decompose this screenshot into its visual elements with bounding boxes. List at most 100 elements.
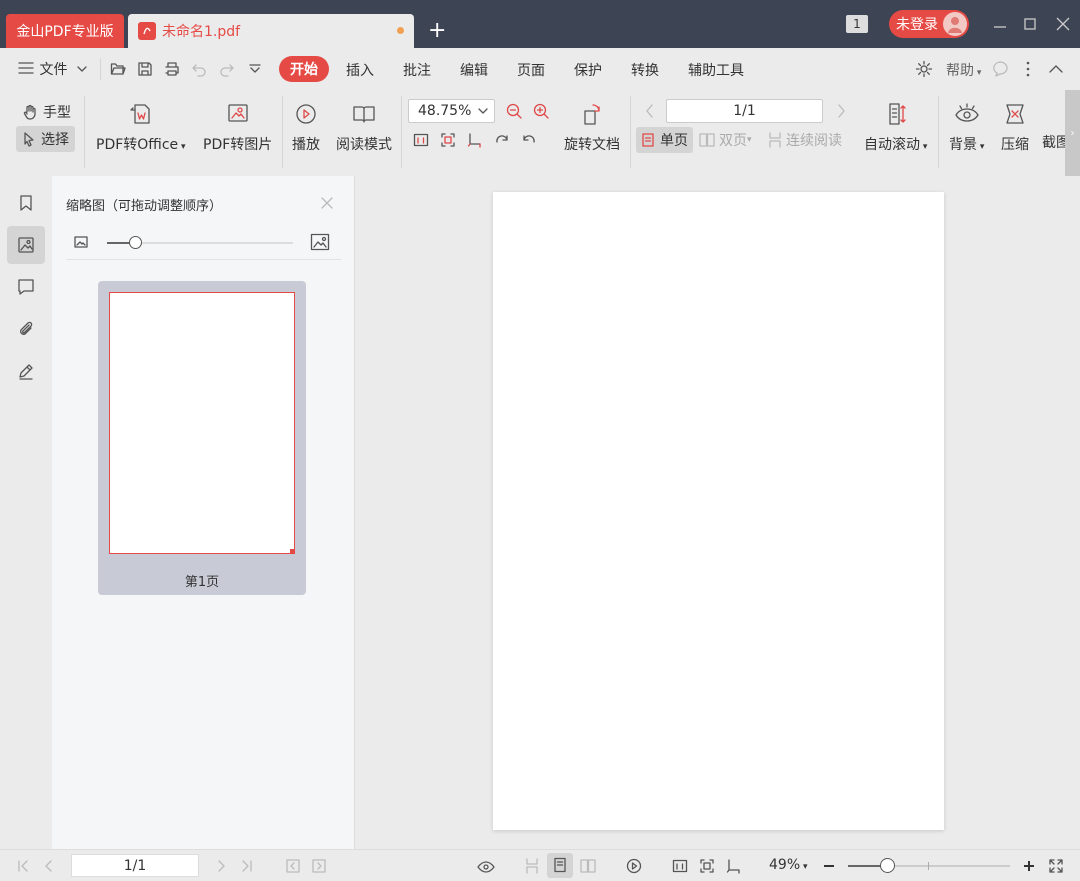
comments-button[interactable] <box>7 268 45 306</box>
maximize-icon[interactable] <box>1020 14 1040 34</box>
toolbar-scroll-right-button[interactable]: › <box>1065 90 1080 176</box>
zoom-percent: 49% <box>769 857 801 873</box>
tab-page[interactable]: 页面 <box>517 60 545 80</box>
read-mode-button[interactable]: 阅读模式 <box>336 102 392 154</box>
tab-start[interactable]: 开始 <box>279 56 329 82</box>
quick-access-dropdown-icon[interactable] <box>248 62 262 76</box>
zoom-in-icon[interactable] <box>1023 860 1035 872</box>
fit-width-icon[interactable] <box>726 858 742 874</box>
resize-corner-icon <box>290 549 295 554</box>
zoom-slider[interactable] <box>848 858 1010 873</box>
window-count-badge[interactable]: 1 <box>846 15 868 33</box>
continuous-read-button[interactable]: 连续阅读 <box>768 130 842 150</box>
login-button[interactable]: 未登录 <box>889 10 969 38</box>
previous-page-icon[interactable] <box>42 859 56 873</box>
fit-width-icon[interactable] <box>467 132 483 148</box>
compress-icon <box>1006 104 1024 124</box>
settings-gear-icon[interactable] <box>915 60 933 78</box>
small-thumbnail-icon[interactable] <box>73 234 89 250</box>
undo-icon[interactable] <box>191 61 207 77</box>
thumbnail-panel: 缩略图（可拖动调整顺序） 第1页 <box>52 176 355 849</box>
page-thumbnail[interactable]: 第1页 <box>98 281 306 595</box>
tab-insert[interactable]: 插入 <box>346 60 374 80</box>
feedback-chat-icon[interactable] <box>991 60 1009 78</box>
divider <box>84 96 85 168</box>
single-page-button[interactable]: 单页 <box>636 127 693 153</box>
double-page-view-icon[interactable] <box>580 858 596 874</box>
attachments-button[interactable] <box>7 310 45 348</box>
zoom-in-icon[interactable] <box>532 102 550 120</box>
file-menu-button[interactable]: 文件 <box>17 59 88 79</box>
redo-icon[interactable] <box>219 61 235 77</box>
tab-document[interactable]: 未命名1.pdf <box>128 14 414 48</box>
double-page-icon <box>699 133 715 147</box>
hand-tool-button[interactable]: 手型 <box>22 102 71 122</box>
zoom-select[interactable]: 48.75% <box>408 99 495 123</box>
pdf-to-office-button[interactable]: PDF转Office ▾ <box>96 102 186 154</box>
divider <box>630 96 631 168</box>
eye-protection-icon[interactable] <box>477 858 495 874</box>
select-tool-button[interactable]: 选择 <box>16 126 75 152</box>
fit-page-icon[interactable] <box>699 858 715 874</box>
actual-size-icon[interactable] <box>672 858 688 874</box>
auto-scroll-button[interactable]: 自动滚动 ▾ <box>864 102 927 154</box>
open-folder-icon[interactable] <box>110 61 126 77</box>
bookmark-button[interactable] <box>7 184 45 222</box>
close-panel-icon[interactable] <box>320 196 334 210</box>
fullscreen-icon[interactable] <box>1048 858 1064 874</box>
thumbnail-button[interactable] <box>7 226 45 264</box>
zoom-out-icon[interactable] <box>505 102 523 120</box>
close-icon[interactable] <box>1053 14 1073 34</box>
next-page-icon[interactable] <box>214 859 228 873</box>
tab-start-label: 开始 <box>290 62 318 78</box>
save-icon[interactable] <box>137 61 153 77</box>
pdf-page[interactable] <box>493 192 944 830</box>
large-thumbnail-icon[interactable] <box>310 232 330 252</box>
thumbnail-size-slider[interactable] <box>107 236 293 249</box>
fit-page-icon[interactable] <box>440 132 456 148</box>
compress-button[interactable]: 压缩 <box>1001 102 1029 154</box>
rotate-document-button[interactable]: 旋转文档 <box>564 102 620 154</box>
single-page-view-button[interactable] <box>547 853 573 878</box>
collapse-ribbon-icon[interactable] <box>1047 60 1065 78</box>
tab-app-home[interactable]: 金山PDF专业版 <box>6 14 124 48</box>
screenshot-button[interactable]: 截图 <box>1042 132 1067 152</box>
background-button[interactable]: 背景 ▾ <box>949 102 984 154</box>
previous-page-icon[interactable] <box>644 103 656 119</box>
actual-size-icon[interactable] <box>413 132 429 148</box>
print-icon[interactable] <box>164 61 180 77</box>
double-page-button[interactable]: 双页 ▾ <box>699 130 752 150</box>
tab-document-label: 未命名1.pdf <box>162 24 241 40</box>
play-button[interactable]: 播放 <box>292 102 320 154</box>
minimize-icon[interactable] <box>990 14 1010 34</box>
play-slideshow-icon[interactable] <box>626 858 642 874</box>
single-page-icon <box>642 133 654 147</box>
document-view[interactable] <box>355 176 1080 849</box>
rotate-left-icon[interactable] <box>521 132 537 148</box>
tab-edit[interactable]: 编辑 <box>460 60 488 80</box>
slider-handle[interactable] <box>128 236 142 249</box>
signature-button[interactable] <box>7 352 45 390</box>
go-forward-icon[interactable] <box>311 858 327 874</box>
last-page-icon[interactable] <box>240 859 254 873</box>
tab-tools[interactable]: 辅助工具 <box>688 60 744 80</box>
rotate-right-icon[interactable] <box>494 132 510 148</box>
pdf-to-image-button[interactable]: PDF转图片 <box>203 102 272 154</box>
tab-protect[interactable]: 保护 <box>574 60 602 80</box>
zoom-out-icon[interactable] <box>823 860 835 872</box>
first-page-icon[interactable] <box>16 859 30 873</box>
next-page-icon[interactable] <box>835 103 847 119</box>
more-options-icon[interactable] <box>1023 60 1033 78</box>
divider <box>938 96 939 168</box>
pdf-to-office-icon <box>130 104 150 124</box>
status-page-input[interactable]: 1/1 <box>71 854 199 877</box>
continuous-view-icon[interactable] <box>524 858 540 874</box>
page-number-input[interactable]: 1/1 <box>666 99 823 123</box>
tab-convert[interactable]: 转换 <box>631 60 659 80</box>
tab-annotate[interactable]: 批注 <box>403 60 431 80</box>
slider-handle[interactable] <box>879 858 895 873</box>
zoom-dropdown[interactable]: 49% ▾ <box>769 857 808 873</box>
help-menu-button[interactable]: 帮助 ▾ <box>946 60 981 80</box>
go-back-icon[interactable] <box>285 858 301 874</box>
new-tab-button[interactable]: + <box>428 20 446 42</box>
